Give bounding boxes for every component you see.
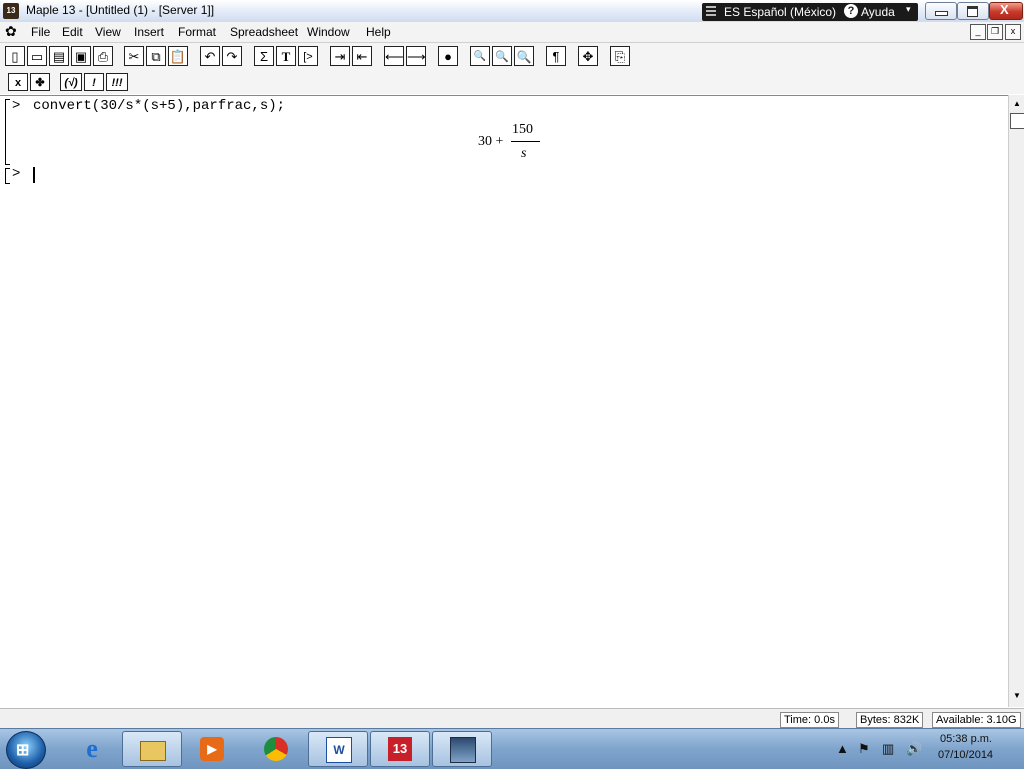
main-toolbar: ▯ ▭ ▤ ▣ ⎙ ✂ ⧉ 📋 ↶ ↷ Σ T [> ⇥ ⇤ ⟵ ⟶ ● 🔍 🔍…: [0, 42, 1024, 71]
show-hidden-icons-icon[interactable]: ▲: [836, 741, 849, 756]
language-label[interactable]: ES Español (México): [724, 5, 836, 19]
paste-icon[interactable]: 📋: [168, 46, 188, 66]
scroll-down-icon[interactable]: ▼: [1010, 689, 1024, 703]
maximize-button[interactable]: [957, 2, 989, 20]
grip-icon[interactable]: [706, 6, 716, 18]
help-icon[interactable]: ?: [844, 4, 858, 18]
text-cursor: [33, 167, 35, 183]
title-bar: 13 Maple 13 - [Untitled (1) - [Server 1]…: [0, 0, 1024, 23]
math-mode-button[interactable]: x: [8, 73, 28, 91]
fraction-numerator: 150: [512, 122, 533, 137]
context-toolbar: x ✤ (√) ! !!!: [0, 70, 1024, 94]
execute-all-button[interactable]: !!!: [106, 73, 128, 91]
scroll-thumb[interactable]: [1010, 113, 1024, 129]
menu-help[interactable]: Help: [366, 25, 391, 39]
status-bytes: Bytes: 832K: [856, 712, 924, 728]
network-icon[interactable]: ▥: [882, 741, 894, 757]
copy-icon[interactable]: ⧉: [146, 46, 166, 66]
input-prompt-2: >: [12, 166, 21, 182]
action-center-icon[interactable]: ⚑: [858, 741, 870, 757]
outdent-icon[interactable]: ⇤: [352, 46, 372, 66]
paragraph-icon[interactable]: ¶: [546, 46, 566, 66]
zoom-100-icon[interactable]: 🔍: [470, 46, 490, 66]
worksheet[interactable]: > convert(30/s*(s+5),parfrac,s); 30 + 15…: [0, 95, 1008, 706]
expand-icon[interactable]: ✥: [578, 46, 598, 66]
menu-view[interactable]: View: [95, 25, 121, 39]
redo-icon[interactable]: ↷: [222, 46, 242, 66]
fraction-bar: [511, 141, 540, 142]
menu-bar: ✿ File Edit View Insert Format Spreadshe…: [0, 22, 1024, 42]
status-bar: Time: 0.0s Bytes: 832K Available: 3.10G: [0, 708, 1024, 729]
input-prompt: >: [12, 98, 21, 114]
menu-format[interactable]: Format: [178, 25, 216, 39]
fraction-denominator: s: [521, 146, 527, 161]
file-explorer-icon[interactable]: [122, 731, 182, 767]
zoom-200-icon[interactable]: 🔍: [514, 46, 534, 66]
back-arrow-icon[interactable]: ⟵: [384, 46, 404, 66]
check-syntax-button[interactable]: (√): [60, 73, 82, 91]
document-menu-icon[interactable]: ✿: [5, 23, 17, 40]
maple-leaf-button[interactable]: ✤: [30, 73, 50, 91]
mdi-minimize-button[interactable]: _: [970, 24, 986, 40]
mdi-close-button[interactable]: x: [1005, 24, 1021, 40]
close-icon: X: [1000, 2, 1009, 17]
cut-icon[interactable]: ✂: [124, 46, 144, 66]
taskbar: ⊞ e ▶ W 13 ▲ ⚑ ▥ 🔊 05:38 p.m. 07/10/2014: [0, 728, 1024, 769]
save-icon[interactable]: ▣: [71, 46, 91, 66]
window-title: Maple 13 - [Untitled (1) - [Server 1]]: [26, 3, 215, 17]
new-document-icon[interactable]: ▯: [5, 46, 25, 66]
indent-icon[interactable]: ⇥: [330, 46, 350, 66]
word-icon[interactable]: W: [308, 731, 368, 767]
status-available: Available: 3.10G: [932, 712, 1021, 728]
media-player-icon[interactable]: ▶: [182, 731, 242, 767]
start-button[interactable]: ⊞: [6, 731, 46, 769]
clock-time[interactable]: 05:38 p.m.: [940, 733, 992, 745]
vertical-scrollbar[interactable]: ▲ ▼: [1008, 95, 1024, 707]
forward-arrow-icon[interactable]: ⟶: [406, 46, 426, 66]
scroll-up-icon[interactable]: ▲: [1010, 97, 1024, 111]
status-time: Time: 0.0s: [780, 712, 839, 728]
menu-window[interactable]: Window: [307, 25, 350, 39]
menu-edit[interactable]: Edit: [62, 25, 83, 39]
help-label[interactable]: Ayuda: [861, 5, 895, 19]
minimize-icon: [935, 11, 948, 16]
language-options-icon[interactable]: ▾: [906, 4, 911, 15]
stop-icon[interactable]: ●: [438, 46, 458, 66]
zoom-150-icon[interactable]: 🔍: [492, 46, 512, 66]
maximize-icon: [967, 6, 978, 17]
restart-icon[interactable]: ⎘: [610, 46, 630, 66]
chrome-icon[interactable]: [246, 731, 306, 767]
close-button[interactable]: X: [989, 2, 1023, 20]
language-bar[interactable]: ES Español (México) ? Ayuda ▾: [702, 3, 918, 21]
open-url-icon[interactable]: ▤: [49, 46, 69, 66]
screenshot-icon[interactable]: [432, 731, 492, 767]
undo-icon[interactable]: ↶: [200, 46, 220, 66]
command-input[interactable]: convert(30/s*(s+5),parfrac,s);: [33, 98, 285, 114]
mdi-restore-button[interactable]: ❐: [987, 24, 1003, 40]
menu-file[interactable]: File: [31, 25, 50, 39]
internet-explorer-icon[interactable]: e: [62, 731, 122, 767]
menu-spreadsheet[interactable]: Spreadsheet: [230, 25, 298, 39]
open-folder-icon[interactable]: ▭: [27, 46, 47, 66]
execution-group-bracket[interactable]: [5, 99, 10, 165]
maple-13-icon[interactable]: 13: [370, 731, 430, 767]
execution-group-bracket-2[interactable]: [5, 168, 10, 184]
minimize-button[interactable]: [925, 2, 957, 20]
system-tray: ▲ ⚑ ▥ 🔊 05:38 p.m. 07/10/2014: [830, 729, 1024, 769]
execution-group-icon[interactable]: [>: [298, 46, 318, 66]
maple-leaf-icon[interactable]: 13: [3, 3, 19, 19]
text-icon[interactable]: T: [276, 46, 296, 66]
clock-date[interactable]: 07/10/2014: [938, 749, 993, 761]
menu-insert[interactable]: Insert: [134, 25, 164, 39]
volume-icon[interactable]: 🔊: [906, 741, 922, 757]
execute-button[interactable]: !: [84, 73, 104, 91]
output-term: 30 +: [478, 134, 504, 149]
print-icon[interactable]: ⎙: [93, 46, 113, 66]
sigma-icon[interactable]: Σ: [254, 46, 274, 66]
windows-logo-icon: ⊞: [16, 742, 30, 759]
